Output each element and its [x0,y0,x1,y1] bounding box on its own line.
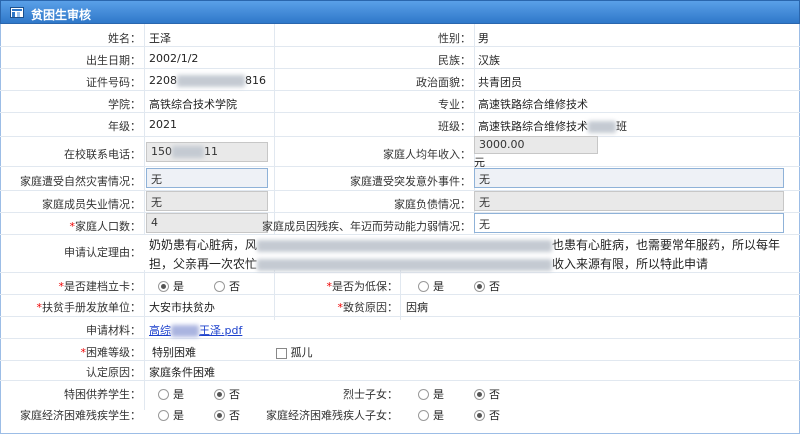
major-value: 高速铁路综合维修技术 [478,98,588,111]
accident-field[interactable]: 无 [474,168,784,188]
reason-label: 申请认定理由： [64,246,141,259]
college-value: 高铁综合技术学院 [149,98,237,111]
card-no-radio[interactable] [214,280,225,292]
name-label: 姓名： [108,32,141,45]
dibao-yes-radio[interactable] [418,280,429,292]
martyr-no-radio[interactable] [474,388,485,400]
political-label: 政治面貌： [416,76,471,89]
issuer-value: 大安市扶贫办 [149,301,215,314]
income-field[interactable]: 3000.00 [474,136,598,154]
college-label: 学院： [108,98,141,111]
orphan-checkbox[interactable] [276,347,287,359]
panel-header: 贫困生审核 [0,0,800,24]
ethnic-value: 汉族 [478,54,500,67]
card-radio-group: 是否 [158,278,270,294]
dibao-no-radio[interactable] [474,280,485,292]
material-link[interactable]: 高综 王泽.pdf [149,322,242,338]
card-yes-radio[interactable] [158,280,169,292]
tekun-yes-radio[interactable] [158,388,169,400]
political-value: 共青团员 [478,76,522,89]
disaster-field[interactable]: 无 [146,168,268,188]
income-label: 家庭人均年收入： [383,148,471,161]
ethnic-label: 民族： [438,54,471,67]
econchild-yes-radio[interactable] [418,409,429,421]
material-label: 申请材料： [86,324,141,337]
econchild-label: 家庭经济困难残疾人子女： [266,409,398,422]
phone-field[interactable]: 150 11 [146,142,268,162]
tekun-radio-group: 是否 [158,386,270,402]
econchild-radio-group: 是否 [418,407,530,423]
disabled-field[interactable]: 无 [474,213,784,233]
name-value: 王泽 [149,32,171,45]
id-value: 2208 816 [149,74,266,87]
orphan-option: 孤儿 [276,344,313,360]
dibao-label: *是否为低保： [326,280,399,293]
phone-label: 在校联系电话： [64,148,141,161]
econ-no-radio[interactable] [214,409,225,421]
people-label: *家庭人口数： [69,220,142,233]
grade-label: 年级： [108,120,141,133]
people-field[interactable]: 4 [146,213,268,233]
martyr-label: 烈士子女： [343,388,398,401]
panel-title: 贫困生审核 [31,8,92,22]
disabled-label: 家庭成员因残疾、年迈而劳动能力弱情况： [262,220,471,233]
level-value: 特别困难 [152,346,196,359]
birth-label: 出生日期： [86,54,141,67]
debt-label: 家庭负债情况： [394,198,471,211]
econ-label: 家庭经济困难残疾学生： [20,409,141,422]
econchild-no-radio[interactable] [474,409,485,421]
econ-yes-radio[interactable] [158,409,169,421]
martyr-radio-group: 是否 [418,386,530,402]
major-label: 专业： [438,98,471,111]
issuer-label: *扶贫手册发放单位： [36,301,142,314]
id-label: 证件号码： [86,76,141,89]
grade-value: 2021 [149,118,177,131]
tekun-no-radio[interactable] [214,388,225,400]
class-label: 班级： [438,120,471,133]
econ-radio-group: 是否 [158,407,270,423]
level-label: *困难等级： [80,346,142,359]
basis-value: 家庭条件困难 [149,366,215,379]
gender-label: 性别： [438,32,471,45]
martyr-yes-radio[interactable] [418,388,429,400]
form-icon [10,7,24,18]
unemployed-label: 家庭成员失业情况： [42,198,141,211]
cause-value: 因病 [406,301,428,314]
tekun-label: 特困供养学生： [64,388,141,401]
reason-text: 奶奶患有心脏病，风 也患有心脏病，也需要常年服药，所以每年 担，父亲再一次农忙 收入… [149,238,781,271]
basis-label: 认定原因： [86,366,141,379]
gender-value: 男 [478,32,489,45]
birth-value: 2002/1/2 [149,52,199,65]
card-label: *是否建档立卡： [58,280,142,293]
cause-label: *致贫原因： [337,301,399,314]
dibao-radio-group: 是否 [418,278,530,294]
debt-field[interactable]: 无 [474,191,784,211]
accident-label: 家庭遭受突发意外事件： [350,175,471,188]
disaster-label: 家庭遭受自然灾害情况： [20,175,141,188]
class-value: 高速铁路综合维修技术班 [478,120,627,133]
unemployed-field[interactable]: 无 [146,191,268,211]
